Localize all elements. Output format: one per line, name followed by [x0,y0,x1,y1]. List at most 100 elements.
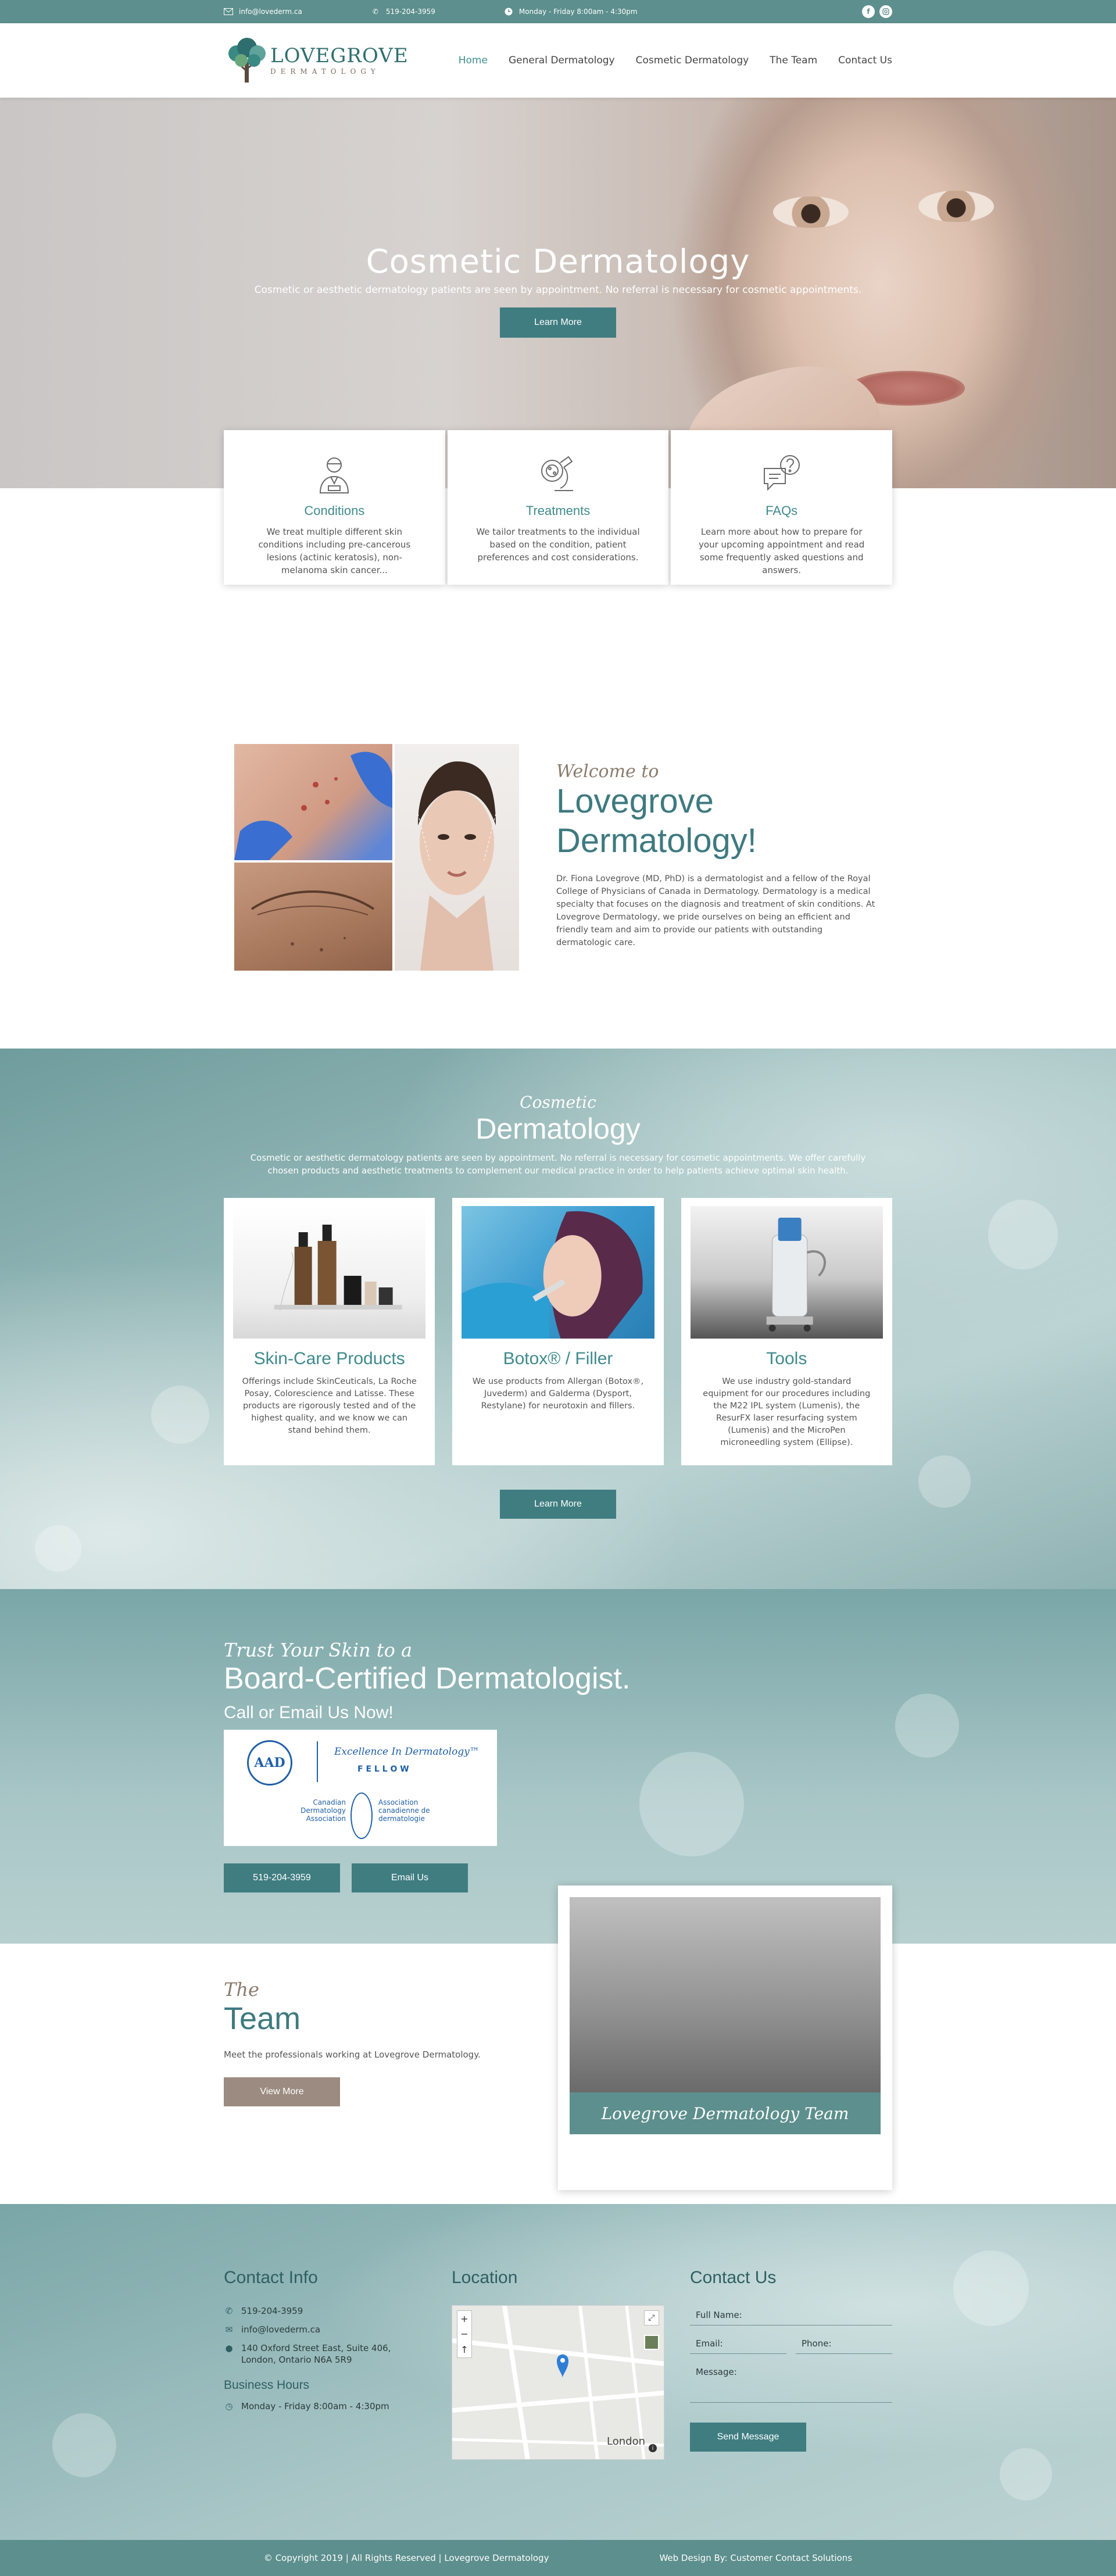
logo-title: LOVEGROVE [270,44,409,67]
certification-logos: AAD Excellence In Dermatology™ F E L L O… [224,1730,497,1846]
satellite-toggle[interactable] [644,2335,659,2350]
feature-card-conditions[interactable]: Conditions We treat multiple different s… [224,430,445,585]
topbar-hours: Monday - Friday 8:00am - 4:30pm [504,7,638,16]
feature-text-treatments: We tailor treatments to the individual b… [476,527,640,563]
welcome-text: Dr. Fiona Lovegrove (MD, PhD) is a derma… [556,874,875,947]
feature-text-faqs: Learn more about how to prepare for your… [699,527,865,575]
product-card-tools[interactable]: Tools We use industry gold-standard equi… [681,1198,892,1465]
nav-the-team[interactable]: The Team [770,55,817,66]
nav-cosmetic-dermatology[interactable]: Cosmetic Dermatology [636,55,749,66]
botox-treatment-photo [462,1206,654,1339]
topbar-hours-text: Monday - Friday 8:00am - 4:30pm [518,8,638,16]
compass-icon[interactable]: ↑ [460,2344,468,2355]
contact-email[interactable]: ✉ info@lovederm.ca [224,2324,452,2335]
send-message-button[interactable]: Send Message [690,2423,806,2452]
aad-seal-icon: AAD [247,1740,292,1786]
copyright-bar: © Copyright 2019 | All Rights Reserved |… [0,2540,1116,2576]
contact-phone[interactable]: ✆ 519-204-3959 [224,2305,452,2317]
product-text-skin-care: Offerings include SkinCeuticals, La Roch… [242,1377,417,1435]
product-card-botox[interactable]: Botox® / Filler We use products from All… [452,1198,664,1465]
cda-emblem-icon [350,1793,373,1839]
topbar-phone[interactable]: ✆ 519-204-3959 [371,7,435,16]
zoom-in-icon[interactable]: + [460,2313,468,2324]
feature-title-conditions: Conditions [304,503,365,518]
feature-card-treatments[interactable]: Treatments We tailor treatments to the i… [447,430,669,585]
microscope-icon [535,451,581,498]
cosmetic-script: Cosmetic [520,1093,596,1112]
welcome-section: Welcome to Lovegrove Dermatology! Dr. Fi… [0,744,1116,1049]
message-field[interactable]: Message: [690,2362,892,2403]
logo-subtitle: DERMATOLOGY [270,67,380,76]
map-pin-icon: ● [225,2343,233,2353]
email-us-button[interactable]: Email Us [352,1863,468,1892]
view-more-button[interactable]: View More [224,2077,340,2106]
top-bar: info@lovederm.ca ✆ 519-204-3959 Monday -… [0,0,1116,23]
board-title: Board-Certified Dermatologist. [224,1662,631,1695]
hero-learn-more-button[interactable]: Learn More [500,307,616,338]
board-script: Trust Your Skin to a [224,1639,413,1661]
facebook-icon[interactable]: f [862,5,875,18]
phone-icon: ✆ [372,8,378,16]
feature-text-conditions: We treat multiple different skin conditi… [258,527,411,575]
welcome-title: Lovegrove Dermatology! [556,782,757,860]
contact-section: Contact Info ✆ 519-204-3959 ✉ info@loveder… [0,2204,1116,2540]
zoom-out-icon[interactable]: − [460,2328,468,2339]
location-map[interactable]: + − ↑ ⤢ London i [452,2305,664,2460]
topbar-email-text: info@lovederm.ca [239,8,302,16]
clock-icon: ◷ [225,2401,233,2412]
woman-face-photo [395,744,519,971]
instagram-icon[interactable] [879,5,892,18]
logo[interactable]: LOVEGROVE DERMATOLOGY [224,36,409,85]
skin-care-bottles-photo [233,1206,426,1339]
board-subtitle: Call or Email Us Now! [224,1703,394,1722]
business-hours-title: Business Hours [224,2378,310,2392]
full-name-field[interactable]: Full Name: [690,2305,892,2325]
chat-question-icon [759,451,805,498]
contact-phone-text: 519-204-3959 [241,2306,303,2316]
cda-english: Canadian Dermatology Association [301,1798,346,1823]
product-title-botox: Botox® / Filler [503,1349,613,1368]
nav-contact-us[interactable]: Contact Us [838,55,892,66]
team-caption: Lovegrove Dermatology Team [570,2092,881,2134]
map-info-icon[interactable]: i [649,2444,657,2452]
cosmetic-section: Cosmetic Dermatology Cosmetic or aesthet… [0,1049,1116,1589]
cosmetic-learn-more-button[interactable]: Learn More [500,1490,616,1519]
product-text-tools: We use industry gold-standard equipment … [703,1377,871,1447]
nav-home[interactable]: Home [459,55,488,66]
contact-info-title: Contact Info [224,2268,318,2287]
nav-general-dermatology[interactable]: General Dermatology [509,55,615,66]
welcome-script: Welcome to [556,761,659,782]
contact-form: Contact Us Full Name: Email: Phone: Mess… [690,2268,892,2460]
team-section: The Team Meet the professionals working … [0,1886,1116,2204]
cosmetic-text: Cosmetic or aesthetic dermatology patien… [250,1153,866,1176]
team-photo [570,1897,881,2092]
laser-machine-photo [690,1206,883,1339]
web-design-credit[interactable]: Web Design By: Customer Contact Solution… [659,2553,852,2563]
hero-title: Cosmetic Dermatology [366,243,750,281]
product-card-skin-care[interactable]: Skin-Care Products Offerings include Ski… [224,1198,435,1465]
doctor-icon [311,451,357,498]
envelope-icon: ✉ [225,2324,233,2335]
feature-card-faqs[interactable]: FAQs Learn more about how to prepare for… [671,430,893,585]
acne-skin-photo [234,744,392,860]
welcome-collage [234,744,519,971]
fellow-text: F E L L O W [357,1765,409,1774]
map-zoom-controls[interactable]: + − ↑ [457,2310,472,2358]
topbar-email[interactable]: info@lovederm.ca [224,7,302,16]
phone-field[interactable]: Phone: [796,2334,892,2354]
business-hours-text: Monday - Friday 8:00am - 4:30pm [241,2401,389,2412]
location-column: Location + − ↑ ⤢ London i [452,2268,690,2460]
email-field[interactable]: Email: [690,2334,786,2354]
clock-icon [504,7,513,16]
cosmetic-title: Dermatology [475,1112,641,1145]
contact-address-text: 140 Oxford Street East, Suite 406, Londo… [241,2343,391,2365]
call-phone-button[interactable]: 519-204-3959 [224,1863,340,1892]
site-header: LOVEGROVE DERMATOLOGY Home General Derma… [0,23,1116,98]
team-photo-card[interactable]: Lovegrove Dermatology Team [558,1886,892,2190]
phone-icon: ✆ [225,2306,233,2316]
topbar-phone-text: 519-204-3959 [385,8,435,16]
fullscreen-icon[interactable]: ⤢ [644,2310,659,2325]
contact-address: ● 140 Oxford Street East, Suite 406, Lond… [224,2342,452,2366]
contact-email-text: info@lovederm.ca [241,2324,321,2335]
product-text-botox: We use products from Allergan (Botox®, J… [472,1377,644,1411]
